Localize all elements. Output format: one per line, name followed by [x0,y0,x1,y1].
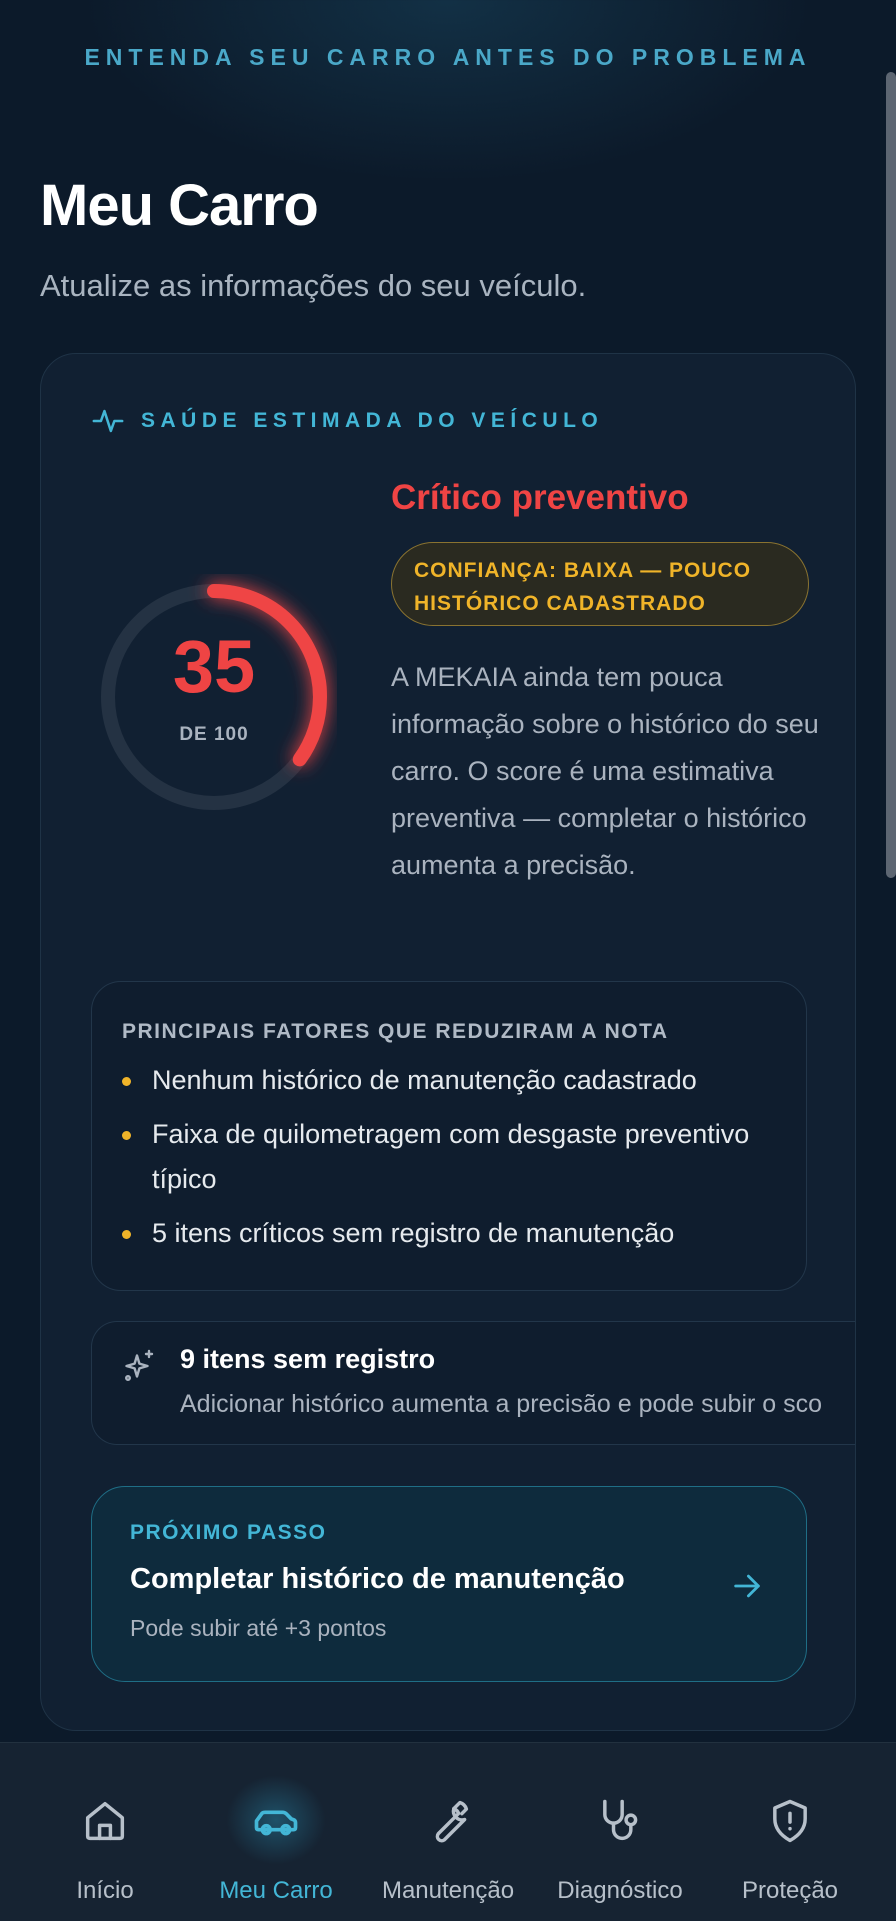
factor-text: 5 itens críticos sem registro de manuten… [152,1218,675,1248]
page-subtitle: Atualize as informações do seu veículo. [40,268,587,303]
nav-label: Início [76,1877,134,1904]
nav-item-inicio[interactable]: Início [40,1743,170,1921]
list-item: 5 itens críticos sem registro de manuten… [122,1211,782,1256]
page-title: Meu Carro [40,173,319,238]
bottom-navigation: Início Meu Carro Manutenção Diagnóstico … [0,1742,896,1921]
nav-item-protecao[interactable]: Proteção [718,1743,862,1921]
nav-item-diagnostico[interactable]: Diagnóstico [540,1743,700,1921]
health-score-max: DE 100 [179,724,249,745]
app-tagline: ENTENDA SEU CARRO ANTES DO PROBLEMA [84,44,812,70]
health-score-value: 35 [172,625,256,708]
next-step-button[interactable]: PRÓXIMO PASSO Completar histórico de man… [91,1486,807,1682]
health-description: A MEKAIA ainda tem pouca informação sobr… [391,662,819,880]
bullet-dot [122,1230,131,1239]
nav-label: Diagnóstico [557,1877,683,1904]
bullet-dot [122,1131,131,1140]
next-step-title: Completar histórico de manutenção [130,1563,625,1595]
list-item: Nenhum histórico de manutenção cadastrad… [122,1058,782,1103]
car-icon [254,1810,298,1836]
missing-records-item[interactable]: 9 itens sem registro Adicionar histórico… [91,1321,855,1445]
nav-item-meu-carro[interactable]: Meu Carro [196,1743,356,1921]
shield-icon [773,1799,807,1843]
nav-label: Proteção [741,1877,839,1904]
next-step-eyebrow: PRÓXIMO PASSO [130,1521,327,1544]
health-status: Crítico preventivo [391,478,689,517]
factor-text: Faixa de quilometragem com desgaste prev… [152,1119,750,1194]
score-factors-panel: PRINCIPAIS FATORES QUE REDUZIRAM A NOTA … [91,981,807,1291]
nav-item-manutencao[interactable]: Manutenção [370,1743,526,1921]
nav-label: Manutenção [381,1877,515,1904]
missing-records-description: Adicionar histórico aumenta a precisão e… [180,1390,823,1418]
next-step-subtitle: Pode subir até +3 pontos [130,1615,387,1641]
wrench-icon [435,1800,469,1843]
scrollbar[interactable] [886,72,896,878]
health-section-label: SAÚDE ESTIMADA DO VEÍCULO [141,409,604,432]
home-icon [85,1801,125,1841]
arrow-right-icon [734,1574,760,1598]
health-section-header: SAÚDE ESTIMADA DO VEÍCULO [91,404,603,438]
pulse-icon [92,409,124,433]
factors-list: Nenhum histórico de manutenção cadastrad… [122,1058,782,1265]
factor-text: Nenhum histórico de manutenção cadastrad… [152,1065,697,1095]
list-item: Faixa de quilometragem com desgaste prev… [122,1112,782,1202]
bullet-dot [122,1077,131,1086]
missing-records-title: 9 itens sem registro [180,1344,436,1374]
stethoscope-icon [603,1799,638,1841]
confidence-badge: CONFIANÇA: BAIXA — POUCO HISTÓRICO CADAS… [391,542,809,626]
factors-heading: PRINCIPAIS FATORES QUE REDUZIRAM A NOTA [122,1020,669,1043]
nav-label: Meu Carro [219,1877,333,1904]
sparkles-icon [124,1349,154,1381]
vehicle-health-card: SAÚDE ESTIMADA DO VEÍCULO 35 DE 100 Crít… [40,353,856,1731]
health-score-gauge: 35 DE 100 [91,574,337,820]
